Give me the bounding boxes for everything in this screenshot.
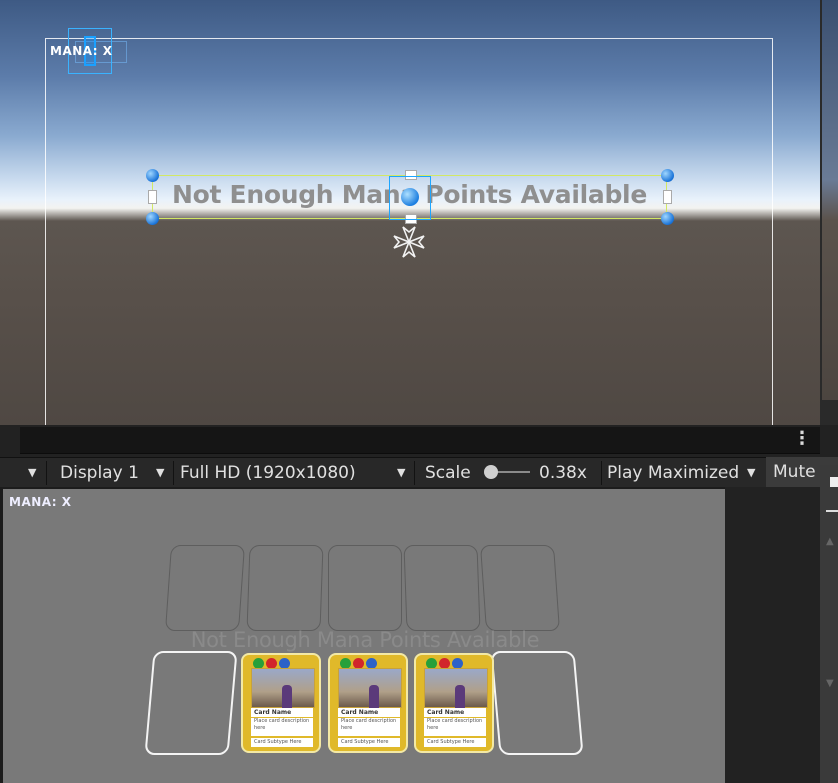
board-slot[interactable] (403, 545, 481, 631)
scroll-down-icon[interactable]: ▼ (826, 678, 834, 689)
scene-side-panel (822, 0, 838, 400)
card-subtype: Card Subtype Here (251, 738, 313, 747)
hand-slot-empty[interactable] (144, 651, 238, 755)
toolbar-separator (46, 461, 47, 485)
board-slot[interactable] (246, 545, 324, 631)
game-message-text: Not Enough Mana Points Available (190, 628, 540, 652)
toolbar-separator (173, 461, 174, 485)
hand-card[interactable]: Card Name Place card description here Ca… (414, 653, 494, 753)
game-view-toolbar: ▼ Display 1 ▼ Full HD (1920x1080) ▼ Scal… (0, 457, 838, 488)
scroll-up-icon[interactable]: ▲ (826, 536, 834, 547)
dropdown-arrow-icon[interactable]: ▼ (28, 458, 36, 488)
hand-card[interactable]: Card Name Place card description here Ca… (328, 653, 408, 753)
card-description: Place card description here (338, 718, 400, 736)
hand-card[interactable]: Card Name Place card description here Ca… (241, 653, 321, 753)
card-name: Card Name (251, 708, 313, 717)
scene-mana-label: MANA: X (50, 44, 113, 58)
card-subtype: Card Subtype Here (338, 738, 400, 747)
card-art (338, 668, 402, 715)
resolution-dropdown[interactable]: Full HD (1920x1080) (180, 458, 356, 488)
card-description: Place card description here (424, 718, 486, 736)
rect-handle-top-right[interactable] (661, 169, 674, 182)
card-art (424, 668, 488, 715)
rect-handle-bottom-right[interactable] (661, 212, 674, 225)
toolbar-separator (601, 461, 602, 485)
display-dropdown[interactable]: Display 1 (60, 458, 139, 488)
anchor-icon[interactable] (392, 224, 426, 260)
kebab-menu-icon[interactable]: ⋮ (793, 430, 811, 448)
side-panel-divider (826, 510, 838, 512)
rect-handle-left[interactable] (148, 190, 157, 204)
board-slot[interactable] (164, 545, 246, 631)
rect-handle-top-left[interactable] (146, 169, 159, 182)
play-mode-dropdown[interactable]: Play Maximized (607, 458, 739, 488)
board-slot[interactable] (479, 545, 561, 631)
side-panel-icon[interactable] (830, 477, 838, 487)
inspector-panel-edge (820, 465, 838, 783)
rect-handle-right[interactable] (663, 190, 672, 204)
card-subtype: Card Subtype Here (424, 738, 486, 747)
pivot-icon[interactable] (401, 188, 419, 206)
rect-handle-bottom-left[interactable] (146, 212, 159, 225)
scale-value: 0.38x (539, 463, 587, 483)
game-mana-label: MANA: X (9, 495, 72, 509)
dropdown-arrow-icon[interactable]: ▼ (156, 458, 164, 488)
scale-label: Scale (425, 463, 471, 483)
dropdown-arrow-icon[interactable]: ▼ (747, 458, 755, 488)
board-slot[interactable] (328, 545, 402, 631)
card-name: Card Name (424, 708, 486, 717)
panel-tab-bar (20, 427, 820, 454)
dropdown-arrow-icon[interactable]: ▼ (397, 458, 405, 488)
card-name: Card Name (338, 708, 400, 717)
toolbar-separator (414, 461, 415, 485)
hand-slot-empty[interactable] (490, 651, 584, 755)
scene-view[interactable]: MANA: X Not Enough Mana Points Available (0, 0, 820, 425)
card-art (251, 668, 315, 715)
card-description: Place card description here (251, 718, 313, 736)
scale-slider-knob[interactable] (484, 465, 498, 479)
